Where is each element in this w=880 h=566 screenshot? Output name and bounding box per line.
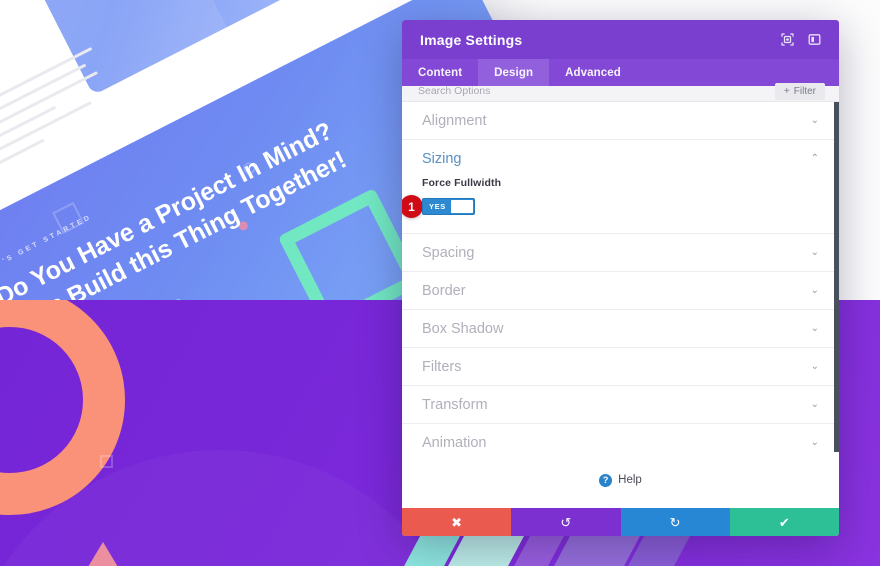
- section-alignment[interactable]: Alignment ⌄: [402, 102, 839, 140]
- chevron-down-icon: ⌄: [810, 322, 819, 334]
- section-filters-header[interactable]: Filters ⌄: [422, 348, 819, 385]
- save-button[interactable]: ✔: [729, 508, 839, 536]
- chevron-down-icon: ⌄: [810, 284, 819, 296]
- undo-button[interactable]: ↺: [511, 508, 621, 536]
- section-spacing[interactable]: Spacing ⌄: [402, 234, 839, 272]
- chevron-down-icon: ⌄: [810, 436, 819, 448]
- section-border[interactable]: Border ⌄: [402, 272, 839, 310]
- search-options-bar: Search Options + Filter: [402, 83, 839, 102]
- tab-advanced[interactable]: Advanced: [549, 59, 637, 86]
- redo-button[interactable]: ↻: [620, 508, 730, 536]
- modal-title: Image Settings: [420, 31, 523, 48]
- modal-scrollbar[interactable]: [834, 102, 839, 452]
- fullscreen-icon[interactable]: [781, 33, 794, 46]
- section-box-shadow-header[interactable]: Box Shadow ⌄: [422, 310, 819, 347]
- section-sizing-body: Force Fullwidth 1 YES: [402, 177, 819, 233]
- modal-header: Image Settings: [402, 20, 839, 59]
- force-fullwidth-label: Force Fullwidth: [422, 177, 502, 189]
- section-border-header[interactable]: Border ⌄: [422, 272, 819, 309]
- help-icon: ?: [599, 473, 613, 487]
- filter-button-label: Filter: [793, 86, 816, 97]
- section-animation-header[interactable]: Animation ⌄: [422, 424, 819, 452]
- force-fullwidth-toggle-wrap: 1 YES: [402, 195, 475, 218]
- modal-tabs: Content Design Advanced: [402, 59, 839, 86]
- hero-ghost-square: [100, 455, 113, 468]
- section-box-shadow-label: Box Shadow: [422, 320, 504, 337]
- force-fullwidth-toggle-value: YES: [429, 202, 446, 211]
- section-sizing-label: Sizing: [422, 150, 462, 167]
- plus-icon: +: [783, 86, 790, 97]
- tab-design[interactable]: Design: [478, 59, 550, 86]
- close-icon: ✖: [451, 514, 463, 530]
- section-filters-label: Filters: [422, 358, 462, 375]
- section-sizing-header[interactable]: Sizing ⌃: [422, 140, 819, 177]
- section-box-shadow[interactable]: Box Shadow ⌄: [402, 310, 839, 348]
- section-animation[interactable]: Animation ⌄: [402, 424, 839, 452]
- search-input[interactable]: Search Options: [418, 86, 490, 97]
- step-badge: 1: [402, 195, 423, 218]
- filter-button[interactable]: + Filter: [774, 83, 825, 100]
- modal-body: Alignment ⌄ Sizing ⌃ Force Fullwidth 1 Y…: [402, 102, 839, 452]
- section-border-label: Border: [422, 282, 466, 299]
- section-filters[interactable]: Filters ⌄: [402, 348, 839, 386]
- chevron-down-icon: ⌄: [810, 114, 819, 126]
- cancel-button[interactable]: ✖: [402, 508, 512, 536]
- section-transform-header[interactable]: Transform ⌄: [422, 386, 819, 423]
- section-spacing-header[interactable]: Spacing ⌄: [422, 234, 819, 271]
- tab-content[interactable]: Content: [402, 59, 478, 86]
- modal-footer: ✖ ↺ ↻ ✔: [402, 508, 839, 536]
- chevron-down-icon: ⌄: [810, 398, 819, 410]
- force-fullwidth-toggle[interactable]: YES: [422, 198, 475, 215]
- redo-icon: ↻: [669, 514, 681, 530]
- toggle-knob: [451, 200, 473, 213]
- help-row[interactable]: ? Help: [402, 452, 839, 508]
- undo-icon: ↺: [560, 514, 572, 530]
- layout-panel-icon[interactable]: [808, 33, 821, 46]
- help-label: Help: [618, 474, 642, 486]
- section-alignment-header[interactable]: Alignment ⌄: [422, 102, 819, 139]
- modal-header-actions: [781, 33, 821, 46]
- section-spacing-label: Spacing: [422, 244, 475, 261]
- section-transform[interactable]: Transform ⌄: [402, 386, 839, 424]
- check-icon: ✔: [778, 514, 790, 530]
- chevron-up-icon: ⌃: [810, 152, 819, 164]
- section-animation-label: Animation: [422, 434, 487, 451]
- section-alignment-label: Alignment: [422, 112, 487, 129]
- section-transform-label: Transform: [422, 396, 488, 413]
- chevron-down-icon: ⌄: [810, 360, 819, 372]
- hero-pink-triangle: [85, 542, 121, 566]
- image-settings-modal: Image Settings Content Design Advanced S…: [402, 20, 839, 536]
- section-sizing[interactable]: Sizing ⌃ Force Fullwidth 1 YES: [402, 140, 839, 234]
- chevron-down-icon: ⌄: [810, 246, 819, 258]
